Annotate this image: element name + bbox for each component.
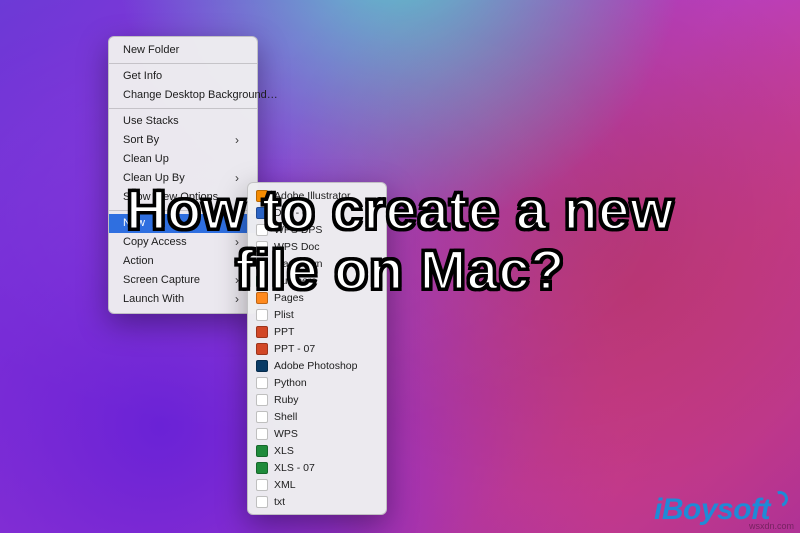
file-type-icon <box>256 428 268 440</box>
menu-item-copy-access[interactable]: Copy Access <box>109 233 257 252</box>
menu-item-clean-up[interactable]: Clean Up <box>109 150 257 169</box>
menu-item-action[interactable]: Action <box>109 252 257 271</box>
file-type-icon <box>256 445 268 457</box>
desktop-wallpaper: New Folder Get Info Change Desktop Backgro… <box>0 0 800 533</box>
file-type-icon <box>256 224 268 236</box>
menu-item-label: Clean Up <box>123 152 169 167</box>
menu-item-screen-capture[interactable]: Screen Capture <box>109 271 257 290</box>
submenu-item-label: Numbers <box>274 274 317 288</box>
menu-item-label: Action <box>123 254 154 269</box>
file-type-icon <box>256 496 268 508</box>
menu-item-get-info[interactable]: Get Info <box>109 67 257 86</box>
menu-item-label: Clean Up By <box>123 171 185 186</box>
submenu-item-shell[interactable]: Shell <box>248 408 386 425</box>
menu-item-label: Sort By <box>123 133 159 148</box>
menu-item-change-desktop-background[interactable]: Change Desktop Background… <box>109 86 257 105</box>
submenu-item-label: XLS <box>274 444 294 458</box>
submenu-item-wps-dps[interactable]: WPS DPS <box>248 221 386 238</box>
submenu-item-wps-doc[interactable]: WPS Doc <box>248 238 386 255</box>
submenu-item-label: Adobe Illustrator <box>274 189 350 203</box>
menu-separator <box>109 108 257 109</box>
submenu-item-label: WPS DPS <box>274 223 322 237</box>
menu-item-label: New Folder <box>123 43 179 58</box>
submenu-item-adobe-photoshop[interactable]: Adobe Photoshop <box>248 357 386 374</box>
submenu-item-label: Python <box>274 376 307 390</box>
menu-item-label: Use Stacks <box>123 114 179 129</box>
file-type-icon <box>256 207 268 219</box>
submenu-item-python[interactable]: Python <box>248 374 386 391</box>
submenu-item-label: Plist <box>274 308 294 322</box>
submenu-item-label: WPS <box>274 427 298 441</box>
submenu-item-numbers[interactable]: Numbers <box>248 272 386 289</box>
desktop-context-menu[interactable]: New Folder Get Info Change Desktop Backgro… <box>108 36 258 314</box>
menu-item-label: Launch With <box>123 292 184 307</box>
submenu-item-txt[interactable]: txt <box>248 493 386 510</box>
submenu-item-xls[interactable]: XLS <box>248 442 386 459</box>
menu-item-sort-by[interactable]: Sort By <box>109 131 257 150</box>
file-type-icon <box>256 326 268 338</box>
menu-item-new[interactable]: New <box>109 214 257 233</box>
submenu-item-label: WPS Doc <box>274 240 320 254</box>
submenu-item-label: Adobe Photoshop <box>274 359 358 373</box>
file-type-icon <box>256 377 268 389</box>
submenu-item-label: Ruby <box>274 393 299 407</box>
menu-item-show-view-options[interactable]: Show View Options <box>109 188 257 207</box>
menu-item-label: Screen Capture <box>123 273 200 288</box>
submenu-item-label: XML <box>274 478 296 492</box>
submenu-item-label: PPT - 07 <box>274 342 315 356</box>
menu-item-label: Change Desktop Background… <box>123 88 278 103</box>
menu-item-label: New <box>123 216 145 231</box>
menu-item-clean-up-by[interactable]: Clean Up By <box>109 169 257 188</box>
file-type-icon <box>256 190 268 202</box>
file-type-icon <box>256 241 268 253</box>
submenu-item-ppt-07[interactable]: PPT - 07 <box>248 340 386 357</box>
submenu-item-pages[interactable]: Pages <box>248 289 386 306</box>
submenu-item-markdown[interactable]: Markdown <box>248 255 386 272</box>
submenu-item-label: Markdown <box>274 257 322 271</box>
submenu-item-xml[interactable]: XML <box>248 476 386 493</box>
submenu-item-xls-07[interactable]: XLS - 07 <box>248 459 386 476</box>
menu-separator <box>109 210 257 211</box>
submenu-item-label: Shell <box>274 410 297 424</box>
submenu-item-label: Doc - 07 <box>274 206 314 220</box>
menu-item-label: Show View Options <box>123 190 218 205</box>
file-type-icon <box>256 309 268 321</box>
menu-item-label: Copy Access <box>123 235 187 250</box>
new-file-submenu[interactable]: Adobe Illustrator Doc - 07 WPS DPS WPS Doc M… <box>247 182 387 515</box>
source-tag: wsxdn.com <box>749 521 794 531</box>
submenu-item-label: XLS - 07 <box>274 461 315 475</box>
submenu-item-doc-07[interactable]: Doc - 07 <box>248 204 386 221</box>
submenu-item-ruby[interactable]: Ruby <box>248 391 386 408</box>
submenu-item-label: PPT <box>274 325 294 339</box>
file-type-icon <box>256 292 268 304</box>
file-type-icon <box>256 360 268 372</box>
menu-item-use-stacks[interactable]: Use Stacks <box>109 112 257 131</box>
file-type-icon <box>256 394 268 406</box>
submenu-item-ppt[interactable]: PPT <box>248 323 386 340</box>
file-type-icon <box>256 479 268 491</box>
submenu-item-label: txt <box>274 495 285 509</box>
submenu-item-wps[interactable]: WPS <box>248 425 386 442</box>
submenu-item-plist[interactable]: Plist <box>248 306 386 323</box>
file-type-icon <box>256 343 268 355</box>
file-type-icon <box>256 411 268 423</box>
submenu-item-adobe-illustrator[interactable]: Adobe Illustrator <box>248 187 386 204</box>
menu-item-label: Get Info <box>123 69 162 84</box>
menu-separator <box>109 63 257 64</box>
file-type-icon <box>256 275 268 287</box>
menu-item-new-folder[interactable]: New Folder <box>109 41 257 60</box>
menu-item-launch-with[interactable]: Launch With <box>109 290 257 309</box>
file-type-icon <box>256 462 268 474</box>
submenu-item-label: Pages <box>274 291 304 305</box>
file-type-icon <box>256 258 268 270</box>
